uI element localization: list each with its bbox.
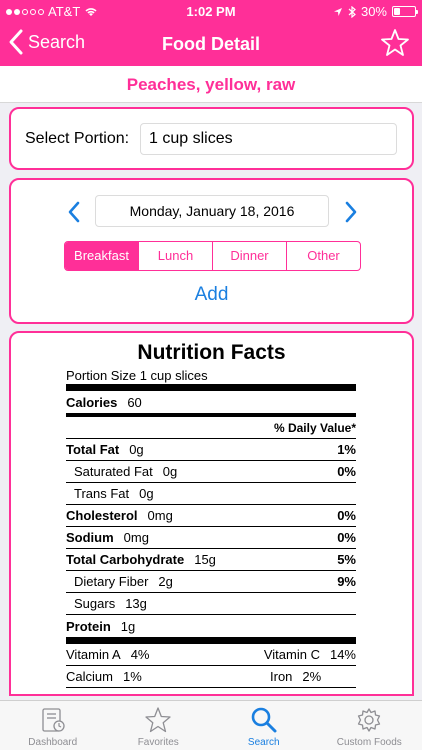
vitamin-label: Calcium	[66, 669, 113, 684]
header: AT&T 1:02 PM 30% Search Food Detail	[0, 0, 422, 66]
star-icon	[145, 707, 171, 733]
food-name: Peaches, yellow, raw	[0, 66, 422, 103]
tab-dashboard-label: Dashboard	[28, 737, 78, 748]
nutrient-dv: 1%	[337, 442, 356, 457]
dashboard-icon	[42, 708, 65, 732]
nutrient-amount: 0mg	[123, 530, 149, 545]
tab-favorites-label: Favorites	[137, 737, 179, 748]
nutrient-label: Protein	[66, 618, 111, 634]
meal-tab-dinner[interactable]: Dinner	[212, 242, 286, 270]
portion-field[interactable]: 1 cup slices	[140, 123, 397, 155]
meal-tab-other[interactable]: Other	[286, 242, 360, 270]
nutrient-row: Dietary Fiber 2g 9%	[66, 571, 356, 593]
nutrient-dv: 5%	[337, 552, 356, 567]
battery-icon	[392, 6, 418, 17]
nutrient-amount: 1g	[120, 618, 136, 634]
meal-segmented-control: Breakfast Lunch Dinner Other	[64, 241, 361, 271]
vitamin-value: 14%	[329, 647, 356, 662]
meal-tab-lunch[interactable]: Lunch	[138, 242, 212, 270]
nutrient-label: Dietary Fiber	[74, 574, 149, 589]
nutrient-label: Trans Fat	[74, 486, 130, 501]
tab-custom-foods[interactable]: Custom Foods	[317, 701, 422, 750]
nutrient-amount: 0g	[139, 486, 154, 501]
portion-card: Select Portion: 1 cup slices	[9, 107, 414, 170]
vitamin-label: Vitamin C	[263, 647, 320, 662]
date-meal-card: Monday, January 18, 2016 Breakfast Lunch…	[9, 178, 414, 324]
location-icon	[333, 7, 342, 16]
bluetooth-icon	[348, 5, 356, 18]
nutrient-label: Cholesterol	[66, 508, 138, 523]
tab-search[interactable]: Search	[211, 701, 317, 750]
nutrient-amount: 2g	[158, 574, 173, 589]
tab-search-label: Search	[247, 737, 280, 748]
daily-value-header: % Daily Value*	[66, 417, 356, 439]
divider-thick	[66, 384, 356, 391]
nutrient-dv: 0%	[337, 508, 356, 523]
date-field[interactable]: Monday, January 18, 2016	[95, 195, 329, 227]
favorite-star-icon[interactable]	[380, 28, 410, 58]
vitamin-row: Calcium 1% Iron 2%	[66, 666, 356, 688]
nutrient-row: Cholesterol 0mg 0%	[66, 505, 356, 527]
nutrient-row: Total Carbohydrate 15g 5%	[66, 549, 356, 571]
calories-label: Calories	[66, 394, 118, 410]
meal-tab-breakfast[interactable]: Breakfast	[65, 242, 138, 270]
nutrient-label: Saturated Fat	[74, 464, 153, 479]
tab-custom-foods-label: Custom Foods	[336, 737, 402, 748]
nutrient-amount: 0g	[162, 464, 178, 479]
nutrient-row: Total Fat 0g 1%	[66, 439, 356, 461]
portion-label: Select Portion:	[25, 130, 130, 147]
nutrient-amount: 15g	[194, 552, 216, 567]
nutrient-row: Saturated Fat 0g 0%	[66, 461, 356, 483]
calories-row: Calories 60	[66, 391, 356, 413]
previous-day-chevron-icon[interactable]	[66, 200, 82, 224]
nutrient-row: Sugars 13g	[66, 593, 356, 615]
search-icon	[251, 707, 277, 733]
nutrition-card: Nutrition Facts Portion Size 1 cup slice…	[9, 331, 414, 696]
portion-size-row: Portion Size 1 cup slices	[66, 367, 356, 384]
status-bar: AT&T 1:02 PM 30%	[0, 0, 422, 22]
add-button[interactable]: Add	[11, 284, 412, 306]
nutrient-amount: 0mg	[147, 508, 173, 523]
nutrient-dv: 0%	[337, 530, 356, 545]
nutrient-dv: 9%	[337, 574, 356, 589]
portion-size-value: 1 cup slices	[139, 368, 208, 383]
vitamin-value: 2%	[302, 669, 322, 684]
nutrient-amount: 13g	[125, 596, 147, 611]
portion-size-label: Portion Size	[66, 368, 137, 383]
nav-bar: Search Food Detail	[0, 22, 422, 66]
divider-thick	[66, 637, 356, 644]
nutrition-table: Portion Size 1 cup slices Calories 60 % D…	[66, 367, 356, 688]
next-day-chevron-icon[interactable]	[343, 200, 359, 224]
page-title: Food Detail	[162, 34, 260, 54]
nutrient-row: Trans Fat 0g	[66, 483, 356, 505]
nutrient-label: Total Fat	[66, 442, 120, 457]
nutrient-label: Total Carbohydrate	[66, 552, 185, 567]
nutrient-dv: 0%	[337, 464, 356, 479]
vitamin-row: Vitamin A 4% Vitamin C 14%	[66, 644, 356, 666]
nutrient-label: Sugars	[74, 596, 116, 611]
vitamin-label: Iron	[270, 669, 293, 684]
tab-favorites[interactable]: Favorites	[106, 701, 212, 750]
gear-icon	[358, 708, 381, 732]
calories-value: 60	[127, 394, 142, 410]
battery-percent: 30%	[360, 4, 387, 19]
tab-bar: Dashboard Favorites Search Custom Foods	[0, 700, 422, 750]
nutrient-amount: 0g	[129, 442, 144, 457]
nutrient-label: Sodium	[66, 530, 114, 545]
vitamin-label: Vitamin A	[66, 647, 121, 662]
tab-dashboard[interactable]: Dashboard	[0, 701, 106, 750]
nutrient-row: Protein 1g	[66, 615, 356, 637]
vitamin-value: 4%	[130, 647, 150, 662]
nutrition-title: Nutrition Facts	[137, 341, 286, 364]
nutrient-row: Sodium 0mg 0%	[66, 527, 356, 549]
vitamin-value: 1%	[122, 669, 142, 684]
